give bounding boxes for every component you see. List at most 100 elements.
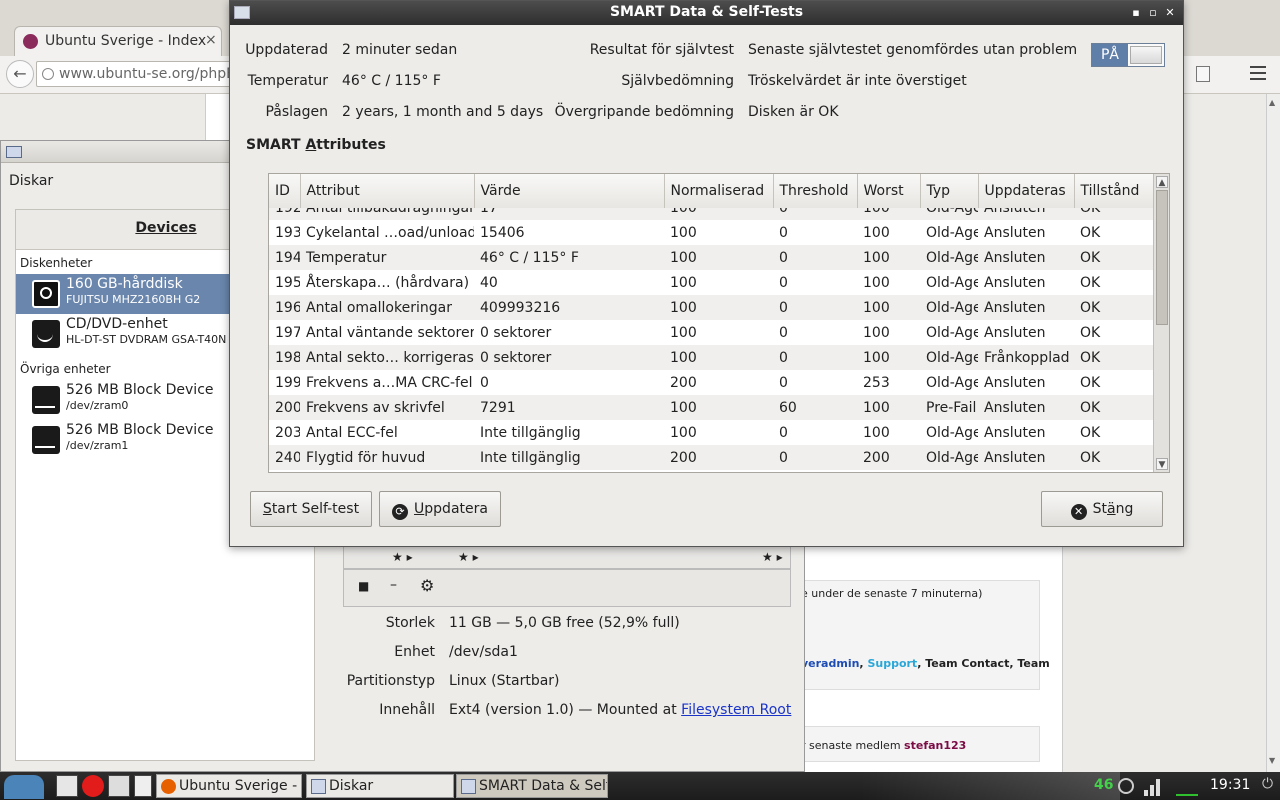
refresh-icon: ⟳ xyxy=(392,504,409,520)
table-cell: Cykelantal …oad/unload xyxy=(300,220,474,245)
stop-icon[interactable]: ■ xyxy=(358,579,369,593)
smart-titlebar[interactable]: SMART Data & Self-Tests ▪ ▫ ✕ xyxy=(230,1,1183,25)
desktop-icon[interactable] xyxy=(108,775,130,797)
newest-member-link[interactable]: stefan123 xyxy=(904,739,966,752)
self-assessment-label: Självbedömning xyxy=(621,73,734,89)
start-self-test-button[interactable]: Start Self-test xyxy=(250,491,372,527)
self-assessment-value: Tröskelvärdet är inte överstiget xyxy=(748,73,967,89)
browser-tab-title: Ubuntu Sverige - Index xyxy=(45,33,207,49)
scroll-down-icon[interactable]: ▼ xyxy=(1156,458,1168,470)
toggle-knob[interactable] xyxy=(1130,46,1162,64)
table-cell: Old-Age xyxy=(920,320,978,345)
column-header[interactable]: Worst xyxy=(857,174,921,209)
firefox-icon xyxy=(161,779,176,794)
scrollbar-thumb[interactable] xyxy=(1156,190,1168,325)
table-row[interactable]: 197 Antal väntande sektorer 0 sektorer 100 0… xyxy=(269,320,1153,345)
partition-marker[interactable]: ★ ▸ xyxy=(392,550,413,564)
table-cell: 0 xyxy=(773,295,857,320)
url-bar[interactable]: www.ubuntu-se.org/phpB xyxy=(36,61,236,87)
table-row[interactable]: 200 Frekvens av skrivfel 7291 100 60 100 Pre-F… xyxy=(269,395,1153,420)
table-row[interactable]: 196 Antal omallokeringar 409993216 100 0 100 O… xyxy=(269,295,1153,320)
volume-details: ★ ▸ ★ ▸ ★ ▸ ■ – ⚙ Storlek 11 GB — 5,0 GB… xyxy=(343,541,803,773)
partition-marker[interactable]: ★ ▸ xyxy=(458,550,479,564)
taskbar-item-browser[interactable]: Ubuntu Sverige - I... xyxy=(156,774,302,798)
gear-icon[interactable]: ⚙ xyxy=(420,576,434,595)
info-value-partition-type: Linux (Startbar) xyxy=(449,673,560,689)
column-header[interactable]: Attribut xyxy=(300,174,475,209)
start-menu-icon[interactable] xyxy=(4,775,44,799)
scroll-up-icon[interactable]: ▲ xyxy=(1156,176,1168,188)
table-cell: 17 xyxy=(474,208,664,220)
table-cell: 100 xyxy=(857,295,920,320)
close-icon[interactable]: ✕ xyxy=(1162,5,1178,21)
table-row[interactable]: 193 Cykelantal …oad/unload 15406 100 0 100 Old… xyxy=(269,220,1153,245)
table-cell: Old-Age xyxy=(920,420,978,445)
menu-icon[interactable] xyxy=(1250,66,1266,80)
shutdown-icon[interactable]: ⏻ xyxy=(1262,776,1276,796)
disks-menu[interactable]: Diskar xyxy=(9,173,53,189)
browser-tab[interactable]: Ubuntu Sverige - Index × xyxy=(14,26,222,56)
taskbar-item-disks[interactable]: Diskar xyxy=(306,774,454,798)
filesystem-root-link[interactable]: Filesystem Root xyxy=(681,702,791,718)
url-text: www.ubuntu-se.org/phpB xyxy=(59,66,236,82)
user-link[interactable]: veradmin xyxy=(801,657,859,670)
table-cell: 200 xyxy=(857,445,920,470)
table-row[interactable]: 199 Frekvens a…MA CRC-fel 0 200 0 253 Old-Age A… xyxy=(269,370,1153,395)
text-editor-icon[interactable] xyxy=(134,775,152,797)
table-cell: Old-Age xyxy=(920,295,978,320)
file-manager-icon[interactable] xyxy=(56,775,78,797)
browser-launcher-icon[interactable] xyxy=(82,775,104,797)
table-cell: OK xyxy=(1074,270,1153,295)
table-cell: 100 xyxy=(857,245,920,270)
taskbar-item-smart[interactable]: SMART Data & Self-... xyxy=(456,774,608,798)
table-cell: 195 xyxy=(269,270,300,295)
table-cell: 100 xyxy=(857,320,920,345)
page-scrollbar[interactable]: ▲ ▼ xyxy=(1266,94,1280,772)
table-row[interactable]: 192Antal tillbakadragningar171000100Old-… xyxy=(269,208,1153,220)
column-header[interactable]: Tillstånd xyxy=(1074,174,1154,209)
table-scrollbar[interactable]: ▲ ▼ xyxy=(1153,174,1169,472)
update-button[interactable]: ⟳ Uppdatera xyxy=(379,491,501,527)
table-row[interactable]: 195 Återskapa… (hårdvara) 40 100 0 100 Old-Age… xyxy=(269,270,1153,295)
table-cell: 100 xyxy=(857,345,920,370)
table-row[interactable]: 198 Antal sekto… korrigeras 0 sektorer 100 0… xyxy=(269,345,1153,370)
column-header[interactable]: Threshold xyxy=(773,174,858,209)
back-button[interactable]: ← xyxy=(6,60,34,88)
column-header[interactable]: Värde xyxy=(474,174,665,209)
cpu-graph-icon xyxy=(1176,776,1198,796)
minimize-icon[interactable]: ▪ xyxy=(1128,5,1144,21)
table-row[interactable]: 240 Flygtid för huvud Inte tillgänglig 200 0… xyxy=(269,445,1153,470)
smart-window-icon xyxy=(461,779,476,794)
column-header[interactable]: Normaliserad xyxy=(664,174,774,209)
close-button[interactable]: ✕ Stäng xyxy=(1041,491,1163,527)
table-cell: 60 xyxy=(773,395,857,420)
table-cell: Ansluten xyxy=(978,220,1074,245)
smart-enabled-toggle[interactable]: PÅ xyxy=(1091,43,1165,67)
minus-icon[interactable]: – xyxy=(390,577,397,593)
team-links[interactable]: , Team Contact, Team xyxy=(917,657,1050,670)
attributes-table: ID Attribut Värde Normaliserad Threshold Wors… xyxy=(268,173,1170,473)
table-row[interactable]: 203 Antal ECC-fel Inte tillgänglig 100 0 100 O… xyxy=(269,420,1153,445)
table-cell: OK xyxy=(1074,320,1153,345)
tab-close-icon[interactable]: × xyxy=(205,32,217,48)
table-cell: Old-Age xyxy=(920,270,978,295)
reader-view-icon[interactable] xyxy=(1196,66,1210,82)
column-header[interactable]: Uppdateras xyxy=(978,174,1075,209)
maximize-icon[interactable]: ▫ xyxy=(1145,5,1161,21)
taskbar: Ubuntu Sverige - I... Diskar SMART Data … xyxy=(0,772,1280,800)
table-row[interactable]: 194 Temperatur 46° C / 115° F 100 0 100 Old-Ag… xyxy=(269,245,1153,270)
table-cell: Ansluten xyxy=(978,395,1074,420)
block-device-icon xyxy=(32,426,60,454)
column-header[interactable]: Typ xyxy=(920,174,979,209)
clock[interactable]: 19:31 xyxy=(1210,777,1250,793)
column-header[interactable]: ID xyxy=(269,174,301,209)
network-signal-icon[interactable] xyxy=(1144,776,1164,796)
partition-marker[interactable]: ★ ▸ xyxy=(762,550,783,564)
power-icon[interactable] xyxy=(1118,778,1134,794)
temperature-value: 46° C / 115° F xyxy=(342,73,441,89)
table-cell: 7291 xyxy=(474,395,664,420)
table-cell: Old-Age xyxy=(920,445,978,470)
info-key-partition-type: Partitionstyp xyxy=(346,673,435,689)
volume-map[interactable]: ★ ▸ ★ ▸ ★ ▸ xyxy=(343,547,791,569)
support-link[interactable]: Support xyxy=(867,657,917,670)
